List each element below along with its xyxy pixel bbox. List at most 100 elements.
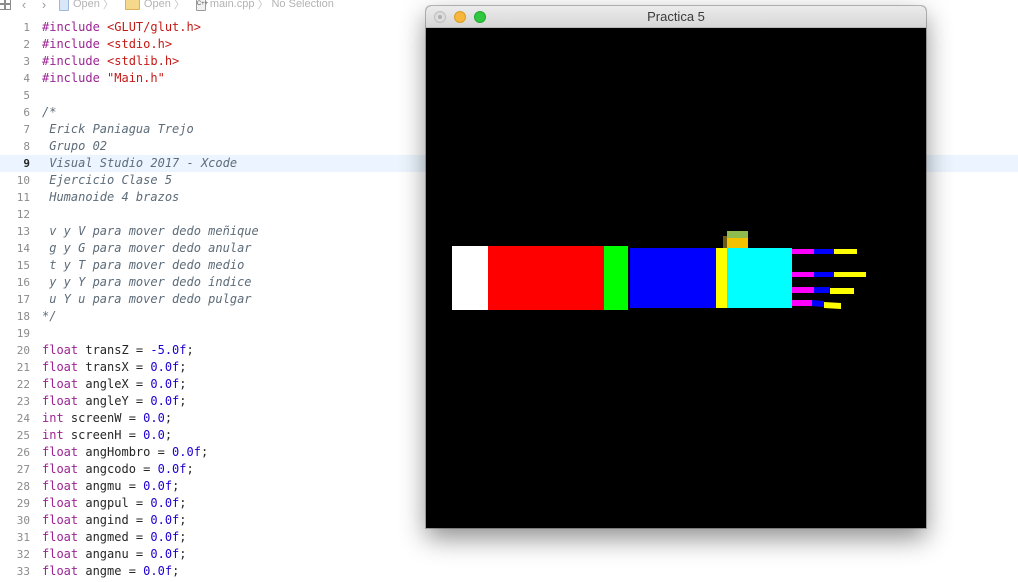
line-code: float angmu = 0.0f;: [42, 478, 179, 495]
line-number: 10: [16, 174, 30, 187]
back-chevron-icon[interactable]: ‹: [17, 0, 31, 11]
code-token: 0.0f: [150, 394, 180, 408]
finger-3-proximal: [792, 287, 814, 293]
breadcrumb-separator-icon: 〉: [102, 0, 114, 11]
forward-chevron-icon[interactable]: ›: [37, 0, 51, 11]
code-token: y y Y para mover dedo índice: [42, 275, 252, 289]
code-token: angmed =: [78, 530, 151, 544]
code-line[interactable]: 32 float anganu = 0.0f;: [0, 546, 1018, 563]
code-token: float: [42, 343, 79, 357]
code-token: 0.0f: [150, 530, 180, 544]
code-token: angme =: [78, 564, 144, 578]
line-code: #include <GLUT/glut.h>: [42, 19, 201, 36]
code-token: ;: [186, 343, 194, 357]
code-token: Visual Studio 2017 - Xcode: [42, 156, 238, 170]
line-number: 25: [16, 429, 30, 442]
finger-2-middle: [814, 272, 834, 277]
thumb-tip: [727, 231, 748, 238]
finger-1-proximal: [792, 249, 814, 254]
code-token: ;: [179, 394, 187, 408]
code-token: angcodo =: [78, 462, 158, 476]
line-number: 16: [16, 276, 30, 289]
code-token: int: [42, 428, 64, 442]
code-token: t y T para mover dedo medio: [42, 258, 245, 272]
code-token: v y V para mover dedo meñique: [42, 224, 259, 238]
code-token: 0.0f: [157, 462, 187, 476]
code-token: ;: [164, 428, 173, 442]
minimize-button[interactable]: [454, 11, 466, 23]
line-number: 24: [16, 412, 30, 425]
line-code: #include <stdio.h>: [42, 36, 172, 53]
breadcrumb-folder[interactable]: Open: [144, 0, 171, 10]
code-token: angind =: [78, 513, 151, 527]
breadcrumb-file[interactable]: main.cpp: [210, 0, 255, 10]
code-token: float: [42, 513, 79, 527]
code-token: ;: [179, 530, 187, 544]
code-token: Humanoide 4 brazos: [42, 190, 180, 204]
line-code: /*: [42, 104, 56, 121]
line-code: Ejercicio Clase 5: [42, 172, 172, 189]
code-token: ;: [179, 513, 187, 527]
line-code: y y Y para mover dedo índice: [42, 274, 252, 291]
code-token: 0.0: [143, 411, 165, 425]
code-token: angHombro =: [78, 445, 173, 459]
render-canvas[interactable]: [426, 28, 926, 528]
arm-scene: [452, 231, 866, 310]
code-token: float: [42, 496, 79, 510]
line-code: v y V para mover dedo meñique: [42, 223, 259, 240]
line-code: */: [42, 308, 56, 325]
line-number: 32: [16, 548, 30, 561]
breadcrumb-project[interactable]: Open: [73, 0, 100, 10]
line-code: Grupo 02: [42, 138, 107, 155]
window-titlebar[interactable]: Practica 5: [426, 6, 926, 28]
code-token: <stdio.h>: [107, 37, 173, 51]
code-token: float: [42, 394, 79, 408]
line-code: float transX = 0.0f;: [42, 359, 187, 376]
code-token: #include: [42, 20, 108, 34]
code-token: angmu =: [78, 479, 144, 493]
opengl-window[interactable]: Practica 5: [426, 6, 926, 528]
line-number: 17: [16, 293, 30, 306]
code-token: screenH =: [63, 428, 144, 442]
line-code: g y G para mover dedo anular: [42, 240, 251, 257]
line-number: 12: [16, 208, 30, 221]
code-token: angpul =: [78, 496, 151, 510]
line-number: 29: [16, 497, 30, 510]
line-code: float angme = 0.0f;: [42, 563, 179, 580]
related-items-grid-icon[interactable]: [0, 0, 11, 10]
code-token: 0.0f: [150, 377, 180, 391]
line-number: 18: [16, 310, 30, 323]
folder-icon: [124, 0, 140, 10]
code-line[interactable]: 33 float angme = 0.0f;: [0, 563, 1018, 580]
line-number: 6: [23, 106, 30, 119]
line-code: u Y u para mover dedo pulgar: [42, 291, 251, 308]
finger-3-distal: [830, 288, 854, 294]
code-token: int: [42, 411, 64, 425]
code-token: */: [42, 309, 57, 323]
line-number: 23: [16, 395, 30, 408]
line-number: 7: [23, 123, 30, 136]
elbow-joint: [604, 246, 628, 310]
code-token: Grupo 02: [42, 139, 108, 153]
breadcrumb-selection[interactable]: No Selection: [271, 0, 333, 10]
line-code: float angcodo = 0.0f;: [42, 461, 194, 478]
line-code: float angmed = 0.0f;: [42, 529, 187, 546]
zoom-button[interactable]: [474, 11, 486, 23]
code-token: 0.0f: [150, 360, 180, 374]
close-button[interactable]: [434, 11, 446, 23]
cpp-file-icon: C++: [195, 0, 208, 11]
code-line[interactable]: 31 float angmed = 0.0f;: [0, 529, 1018, 546]
code-token: anganu =: [78, 547, 151, 561]
line-number: 20: [16, 344, 30, 357]
code-token: transX =: [78, 360, 151, 374]
code-token: ;: [179, 547, 187, 561]
line-code: int screenH = 0.0;: [42, 427, 172, 444]
finger-3-middle: [814, 287, 830, 293]
project-file-icon: [59, 0, 69, 11]
finger-1-distal: [834, 249, 857, 254]
line-number: 14: [16, 242, 30, 255]
line-code: Humanoide 4 brazos: [42, 189, 179, 206]
line-number: 15: [16, 259, 30, 272]
line-number: 33: [16, 565, 30, 578]
code-token: <stdlib.h>: [107, 54, 180, 68]
